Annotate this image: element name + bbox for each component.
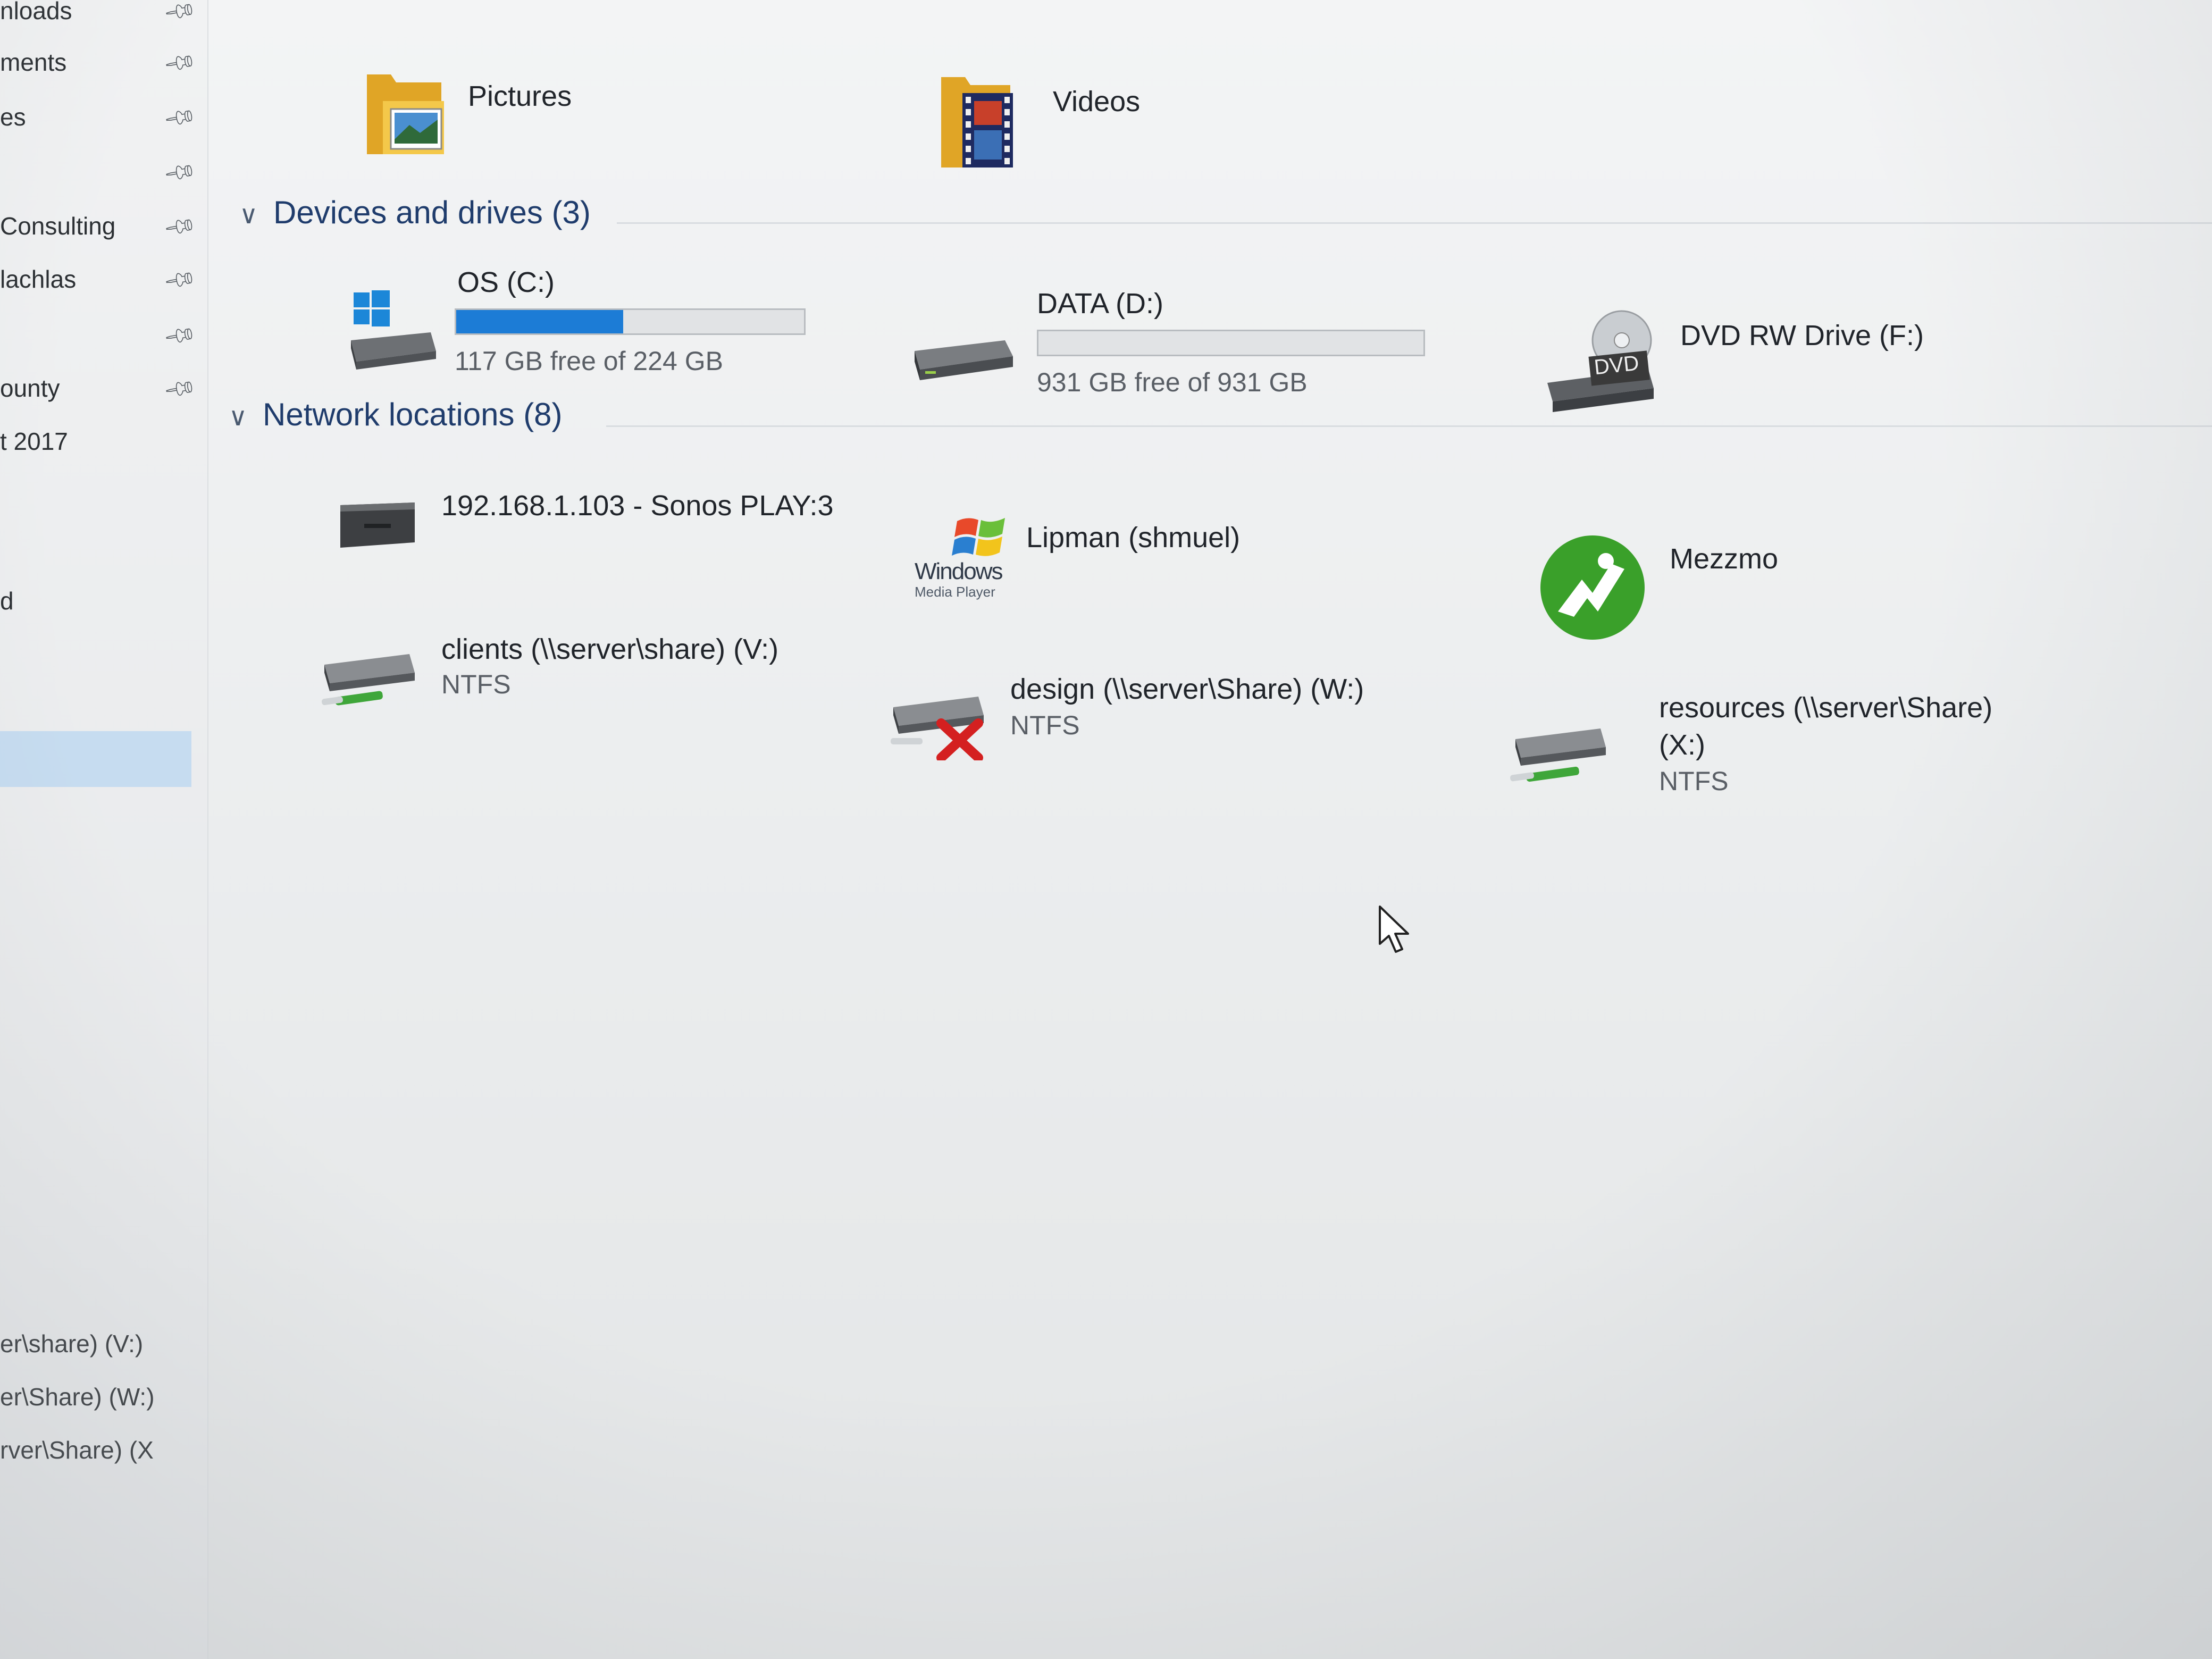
media-player-logo-text: Media Player bbox=[915, 584, 995, 600]
nav-item-d[interactable]: d bbox=[0, 577, 202, 625]
chevron-down-icon: ∨ bbox=[239, 201, 258, 229]
pin-icon: 📌︎ bbox=[162, 318, 198, 353]
pin-icon: 📌︎ bbox=[162, 45, 198, 80]
nav-item-pictures[interactable]: es 📌︎ bbox=[0, 93, 202, 141]
drive-usage-bar bbox=[455, 308, 806, 335]
nav-item-resources-drive[interactable]: rver\Share) (X bbox=[0, 1436, 202, 1484]
navigation-pane[interactable]: nloads 📌︎ ments 📌︎ es 📌︎ 📌︎ Consulting 📌… bbox=[0, 0, 208, 1659]
pin-icon: 📌︎ bbox=[162, 155, 198, 190]
windows-drive-icon bbox=[351, 290, 436, 370]
group-header-devices[interactable]: ∨ Devices and drives (3) bbox=[239, 194, 591, 242]
sonos-speaker-icon bbox=[340, 502, 415, 548]
mouse-cursor-icon bbox=[1379, 906, 1409, 953]
nav-item-pinned-7[interactable]: 📌︎ bbox=[0, 311, 202, 359]
windows-logo-text: Windows bbox=[915, 558, 1003, 584]
pin-icon: 📌︎ bbox=[162, 209, 198, 244]
pin-icon: 📌︎ bbox=[162, 262, 198, 297]
mezzmo-icon bbox=[1540, 535, 1645, 640]
nav-item-county[interactable]: ounty 📌︎ bbox=[0, 364, 202, 412]
folder-tile-videos[interactable]: Videos bbox=[936, 69, 1308, 175]
network-item-mezzmo[interactable]: Mezzmo bbox=[1537, 526, 2068, 649]
disconnected-network-drive-icon bbox=[891, 697, 984, 760]
drive-tile-d[interactable]: DATA (D:) 931 GB free of 931 GB bbox=[909, 282, 1547, 415]
drive-tile-f[interactable]: DVD DVD RW Drive (F:) bbox=[1542, 298, 2207, 431]
network-item-resources-drive[interactable]: resources (\\server\Share) (X:) NTFS bbox=[1505, 691, 2196, 830]
network-item-lipman[interactable]: Windows Media Player Lipman (shmuel) bbox=[904, 500, 1436, 606]
network-item-sonos[interactable]: 192.168.1.103 - Sonos PLAY:3 bbox=[335, 479, 867, 585]
network-drive-icon bbox=[322, 654, 415, 706]
nav-item-consulting[interactable]: Consulting 📌︎ bbox=[0, 202, 202, 250]
folder-tile-pictures[interactable]: Pictures bbox=[362, 64, 734, 170]
drive-tile-c[interactable]: OS (C:) 117 GB free of 224 GB bbox=[340, 266, 978, 399]
nav-item-2017[interactable]: t 2017 bbox=[0, 417, 202, 465]
nav-item-this-pc-selected[interactable] bbox=[0, 731, 191, 787]
group-header-network[interactable]: ∨ Network locations (8) bbox=[229, 396, 563, 444]
nav-item-clients-drive[interactable]: er\share) (V:) bbox=[0, 1329, 202, 1377]
pin-icon: 📌︎ bbox=[162, 371, 198, 406]
group-divider bbox=[617, 222, 2212, 224]
content-pane: Pictures Videos ∨ Devices and drives (3)… bbox=[223, 0, 2212, 1659]
videos-folder-icon bbox=[941, 77, 1013, 167]
dvd-badge: DVD bbox=[1593, 351, 1640, 380]
nav-item-design-drive[interactable]: er\Share) (W:) bbox=[0, 1382, 202, 1430]
nav-item-documents[interactable]: ments 📌︎ bbox=[0, 38, 202, 86]
network-drive-icon bbox=[1510, 728, 1606, 782]
pin-icon: 📌︎ bbox=[162, 0, 198, 29]
drive-usage-bar bbox=[1037, 330, 1425, 356]
nav-item-lachlas[interactable]: lachlas 📌︎ bbox=[0, 255, 202, 303]
network-item-design-drive[interactable]: design (\\server\Share) (W:) NTFS bbox=[883, 670, 1521, 776]
chevron-down-icon: ∨ bbox=[229, 403, 248, 431]
windows-media-player-icon bbox=[952, 518, 1005, 556]
hard-drive-icon bbox=[915, 340, 1013, 380]
nav-item-downloads[interactable]: nloads 📌︎ bbox=[0, 0, 202, 35]
drive-usage-fill bbox=[456, 310, 623, 333]
pictures-folder-icon bbox=[367, 74, 444, 154]
file-explorer-window: nloads 📌︎ ments 📌︎ es 📌︎ 📌︎ Consulting 📌… bbox=[0, 0, 2212, 1659]
pin-icon: 📌︎ bbox=[162, 100, 198, 135]
group-divider bbox=[606, 425, 2212, 427]
nav-item-pinned-4[interactable]: 📌︎ bbox=[0, 148, 202, 196]
network-item-clients-drive[interactable]: clients (\\server\share) (V:) NTFS bbox=[314, 627, 899, 734]
